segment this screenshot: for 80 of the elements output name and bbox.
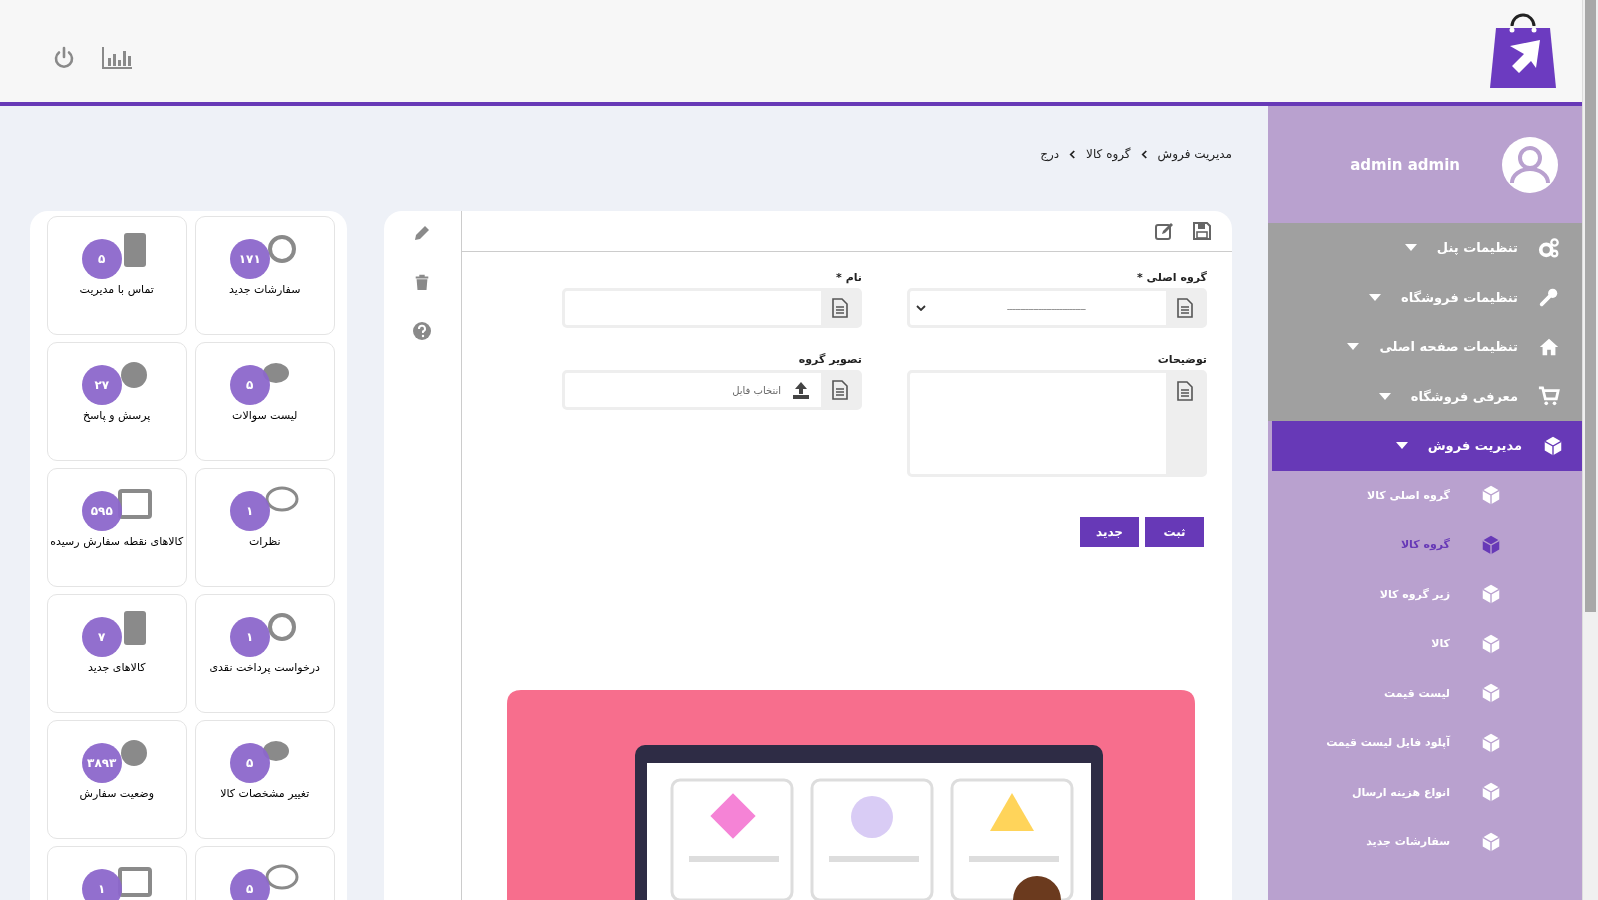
wrench-icon [1538, 286, 1560, 309]
caret-icon [1395, 442, 1408, 450]
scrollbar[interactable] [1582, 0, 1598, 900]
tile-label: وضعیت سفارش [79, 787, 154, 800]
cube-icon [1480, 781, 1502, 804]
gears-icon [1538, 236, 1560, 259]
dashboard-tile[interactable]: ۷ کالاهای جدید [46, 594, 187, 713]
help-icon[interactable] [412, 321, 433, 341]
caret-icon [1378, 392, 1391, 400]
breadcrumb-link[interactable]: گروه کالا [1086, 147, 1131, 161]
cube-icon [1542, 434, 1564, 457]
breadcrumb-link[interactable]: درج [1040, 147, 1060, 161]
dashboard-tile[interactable]: ۵ تغییر مشخصات کالا [194, 720, 335, 839]
dashboard-tile[interactable]: ۵ [194, 846, 335, 900]
power-icon[interactable] [52, 46, 76, 70]
tile-label: پرسش و پاسخ [83, 409, 151, 422]
tile-label: درخواست پرداخت نقدی [209, 661, 320, 674]
count-badge: ۵ [229, 365, 270, 405]
dashboard-tile[interactable]: ۱۷۱ سفارشات جدید [194, 216, 335, 335]
user-name: admin admin [1350, 155, 1460, 174]
upload-icon [791, 380, 811, 400]
tile-label: نظرات [248, 535, 281, 548]
chevron-icon [1069, 149, 1077, 159]
count-badge: ۱ [229, 491, 270, 531]
tile-label: لیست سوالات [232, 409, 298, 422]
save-icon[interactable] [1192, 221, 1212, 241]
dashboard-tile[interactable]: ۱ [46, 846, 187, 900]
breadcrumb-link[interactable]: مدیریت فروش [1157, 147, 1232, 161]
field-label: گروه اصلی * [1137, 270, 1207, 284]
count-badge: ۷ [81, 617, 122, 657]
cube-icon [1480, 484, 1502, 507]
textarea-field[interactable] [907, 370, 1207, 477]
form-button[interactable]: جدید [1080, 517, 1139, 547]
cube-icon [1480, 830, 1502, 853]
count-badge: ۵ [229, 869, 270, 900]
form-button[interactable]: ثبت [1145, 517, 1204, 547]
count-badge: ۱ [229, 617, 270, 657]
count-badge: ۱ [81, 869, 122, 900]
count-badge: ۱۷۱ [229, 239, 270, 279]
tile-label: تماس با مدیریت [79, 283, 154, 296]
cube-icon [1480, 533, 1502, 556]
tile-label: سفارشات جدید [229, 283, 301, 296]
chevron-down-icon [916, 305, 926, 311]
user-avatar-icon[interactable] [1500, 134, 1560, 195]
cart-icon [1538, 385, 1560, 408]
shopping-bag-logo[interactable] [1488, 12, 1558, 90]
document-icon [832, 380, 848, 400]
cube-icon [1480, 682, 1502, 705]
dashboard-tile[interactable]: ۵ تماس با مدیریت [46, 216, 187, 335]
dashboard-tile[interactable]: ۲۷ پرسش و پاسخ [46, 342, 187, 461]
caret-icon [1347, 343, 1360, 351]
count-badge: ۳۸۹۳ [81, 743, 122, 783]
field-label: توضیحات [1157, 352, 1207, 366]
caret-icon [1369, 293, 1382, 301]
cube-icon [1480, 583, 1502, 606]
count-badge: ۵۹۵ [81, 491, 122, 531]
dashboard-tile[interactable]: ۵ لیست سوالات [194, 342, 335, 461]
dashboard-tile[interactable]: ۱ نظرات [194, 468, 335, 587]
bar-chart-icon[interactable] [101, 46, 133, 70]
document-icon [1177, 298, 1193, 318]
dashboard-tile[interactable]: ۱ درخواست پرداخت نقدی [194, 594, 335, 713]
cube-icon [1480, 632, 1502, 655]
count-badge: ۲۷ [81, 365, 122, 405]
cube-icon [1480, 731, 1502, 754]
chevron-icon [1140, 149, 1148, 159]
file-upload-field[interactable]: انتخاب فایل [562, 370, 862, 410]
tile-label: کالاهای نقطه سفارش رسیده [50, 535, 184, 548]
tile-label: تغییر مشخصات کالا [220, 787, 310, 800]
count-badge: ۵ [81, 239, 122, 279]
count-badge: ۵ [229, 743, 270, 783]
document-icon [1177, 381, 1193, 401]
field-label: تصویر گروه [798, 352, 862, 366]
document-icon [832, 298, 848, 318]
field-label: نام * [836, 270, 862, 284]
input-field[interactable] [562, 288, 862, 328]
dashboard-tile[interactable]: ۳۸۹۳ وضعیت سفارش [46, 720, 187, 839]
select-field[interactable]: ------------------------------ [907, 288, 1207, 328]
tile-label: کالاهای جدید [87, 661, 146, 674]
caret-icon [1404, 244, 1417, 252]
dashboard-tile[interactable]: ۵۹۵ کالاهای نقطه سفارش رسیده [46, 468, 187, 587]
